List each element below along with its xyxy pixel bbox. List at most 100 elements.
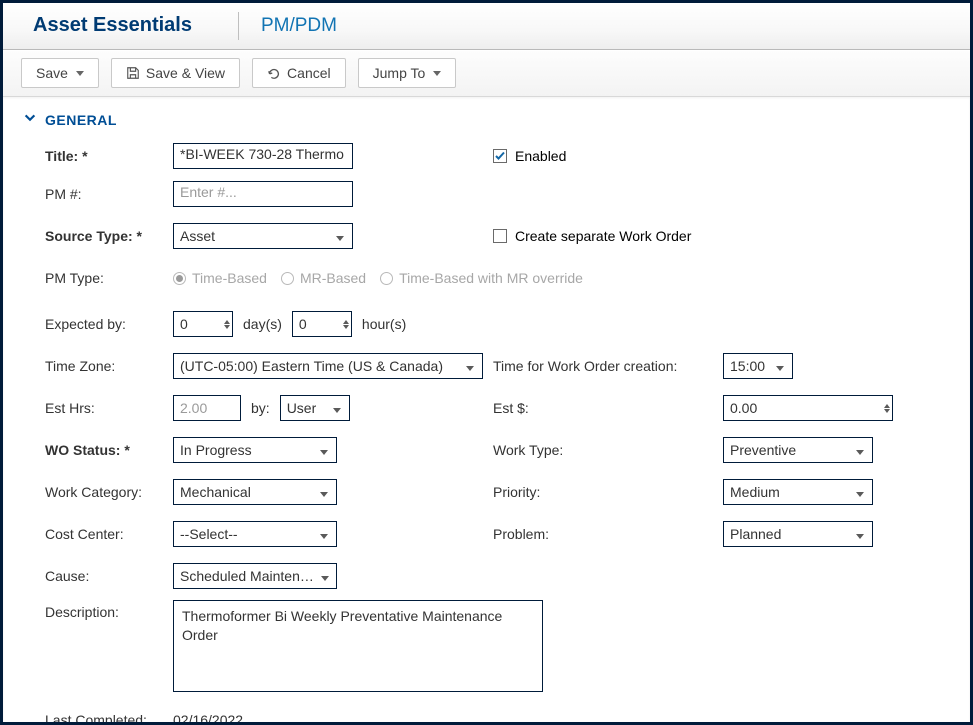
- last-completed-value: 02/16/2022: [173, 712, 243, 722]
- app-frame: Asset Essentials PM/PDM Save Save & View…: [0, 0, 973, 725]
- est-hrs-by-select[interactable]: User: [280, 395, 350, 421]
- cost-center-value: --Select--: [180, 526, 238, 542]
- label-work-type: Work Type:: [493, 442, 723, 458]
- pm-type-time-based[interactable]: Time-Based: [173, 270, 267, 286]
- time-zone-select[interactable]: (UTC-05:00) Eastern Time (US & Canada): [173, 353, 483, 379]
- radio-dot-icon: [281, 272, 294, 285]
- expected-days-spinner[interactable]: 0: [173, 311, 233, 337]
- radio-dot-icon: [380, 272, 393, 285]
- label-time-for-wo: Time for Work Order creation:: [493, 358, 723, 374]
- time-zone-value: (UTC-05:00) Eastern Time (US & Canada): [180, 358, 443, 374]
- label-expected-by: Expected by:: [45, 316, 173, 332]
- caret-down-icon: [462, 358, 478, 374]
- spinner-buttons-icon: [224, 320, 230, 329]
- time-for-wo-value: 15:00: [730, 358, 765, 374]
- label-title: Title: *: [45, 148, 173, 164]
- expected-days-value: 0: [180, 316, 188, 332]
- est-hrs-input[interactable]: 2.00: [173, 395, 241, 421]
- app-header: Asset Essentials PM/PDM: [3, 3, 970, 50]
- days-unit: day(s): [239, 316, 286, 332]
- caret-down-icon: [316, 484, 332, 500]
- caret-down-icon: [329, 400, 345, 416]
- cancel-label: Cancel: [287, 65, 331, 81]
- spinner-buttons-icon: [884, 404, 890, 413]
- work-type-select[interactable]: Preventive: [723, 437, 873, 463]
- save-button[interactable]: Save: [21, 58, 99, 88]
- expected-hours-spinner[interactable]: 0: [292, 311, 352, 337]
- pm-number-input[interactable]: Enter #...: [173, 181, 353, 207]
- save-view-label: Save & View: [146, 65, 225, 81]
- create-separate-wo-label: Create separate Work Order: [515, 228, 691, 244]
- work-type-value: Preventive: [730, 442, 796, 458]
- priority-value: Medium: [730, 484, 780, 500]
- label-priority: Priority:: [493, 484, 723, 500]
- spinner-buttons-icon: [343, 320, 349, 329]
- label-source-type: Source Type: *: [45, 228, 173, 244]
- caret-down-icon: [852, 442, 868, 458]
- section-general-header[interactable]: GENERAL: [23, 111, 970, 128]
- caret-down-icon: [316, 442, 332, 458]
- title-input[interactable]: *BI-WEEK 730-28 Thermo: [173, 143, 353, 169]
- cause-value: Scheduled Maintenance: [180, 568, 317, 584]
- breadcrumb: PM/PDM: [261, 15, 337, 37]
- label-description: Description:: [45, 600, 173, 620]
- cause-select[interactable]: Scheduled Maintenance: [173, 563, 337, 589]
- label-last-completed: Last Completed:: [45, 712, 173, 722]
- wo-status-value: In Progress: [180, 442, 252, 458]
- label-work-category: Work Category:: [45, 484, 173, 500]
- caret-down-icon: [433, 71, 441, 76]
- label-time-zone: Time Zone:: [45, 358, 173, 374]
- caret-down-icon: [317, 568, 332, 584]
- create-separate-wo-checkbox[interactable]: [493, 229, 507, 243]
- caret-down-icon: [852, 484, 868, 500]
- app-title: Asset Essentials: [33, 14, 192, 37]
- jump-to-button[interactable]: Jump To: [358, 58, 457, 88]
- problem-value: Planned: [730, 526, 781, 542]
- pm-type-opt-1: MR-Based: [300, 270, 366, 286]
- enabled-label: Enabled: [515, 148, 566, 164]
- est-dollars-input[interactable]: 0.00: [723, 395, 893, 421]
- label-cost-center: Cost Center:: [45, 526, 173, 542]
- jump-to-label: Jump To: [373, 65, 426, 81]
- label-problem: Problem:: [493, 526, 723, 542]
- label-est-dollars: Est $:: [493, 400, 723, 416]
- pm-type-opt-2: Time-Based with MR override: [399, 270, 583, 286]
- label-est-hrs: Est Hrs:: [45, 400, 173, 416]
- source-type-value: Asset: [180, 228, 215, 244]
- description-textarea[interactable]: Thermoformer Bi Weekly Preventative Main…: [173, 600, 543, 692]
- cost-center-select[interactable]: --Select--: [173, 521, 337, 547]
- save-icon: [126, 66, 140, 80]
- label-wo-status: WO Status: *: [45, 442, 173, 458]
- chevron-down-icon: [23, 111, 37, 128]
- pm-type-time-mr-override[interactable]: Time-Based with MR override: [380, 270, 583, 286]
- toolbar: Save Save & View Cancel Jump To: [3, 50, 970, 97]
- pm-type-radio-group: Time-Based MR-Based Time-Based with MR o…: [173, 270, 583, 286]
- est-hrs-by-value: User: [287, 400, 317, 416]
- hours-unit: hour(s): [358, 316, 410, 332]
- work-category-select[interactable]: Mechanical: [173, 479, 337, 505]
- source-type-select[interactable]: Asset: [173, 223, 353, 249]
- est-dollars-value: 0.00: [730, 400, 757, 416]
- time-for-wo-select[interactable]: 15:00: [723, 353, 793, 379]
- label-by: by:: [247, 400, 274, 416]
- label-pm-number: PM #:: [45, 186, 173, 202]
- work-category-value: Mechanical: [180, 484, 251, 500]
- priority-select[interactable]: Medium: [723, 479, 873, 505]
- undo-icon: [267, 66, 281, 80]
- caret-down-icon: [76, 71, 84, 76]
- enabled-checkbox[interactable]: [493, 149, 507, 163]
- caret-down-icon: [772, 358, 788, 374]
- header-separator: [238, 12, 239, 40]
- radio-dot-icon: [173, 272, 186, 285]
- pm-type-mr-based[interactable]: MR-Based: [281, 270, 366, 286]
- problem-select[interactable]: Planned: [723, 521, 873, 547]
- caret-down-icon: [852, 526, 868, 542]
- save-label: Save: [36, 65, 68, 81]
- expected-hours-value: 0: [299, 316, 307, 332]
- label-cause: Cause:: [45, 568, 173, 584]
- save-view-button[interactable]: Save & View: [111, 58, 240, 88]
- caret-down-icon: [332, 228, 348, 244]
- cancel-button[interactable]: Cancel: [252, 58, 346, 88]
- wo-status-select[interactable]: In Progress: [173, 437, 337, 463]
- caret-down-icon: [316, 526, 332, 542]
